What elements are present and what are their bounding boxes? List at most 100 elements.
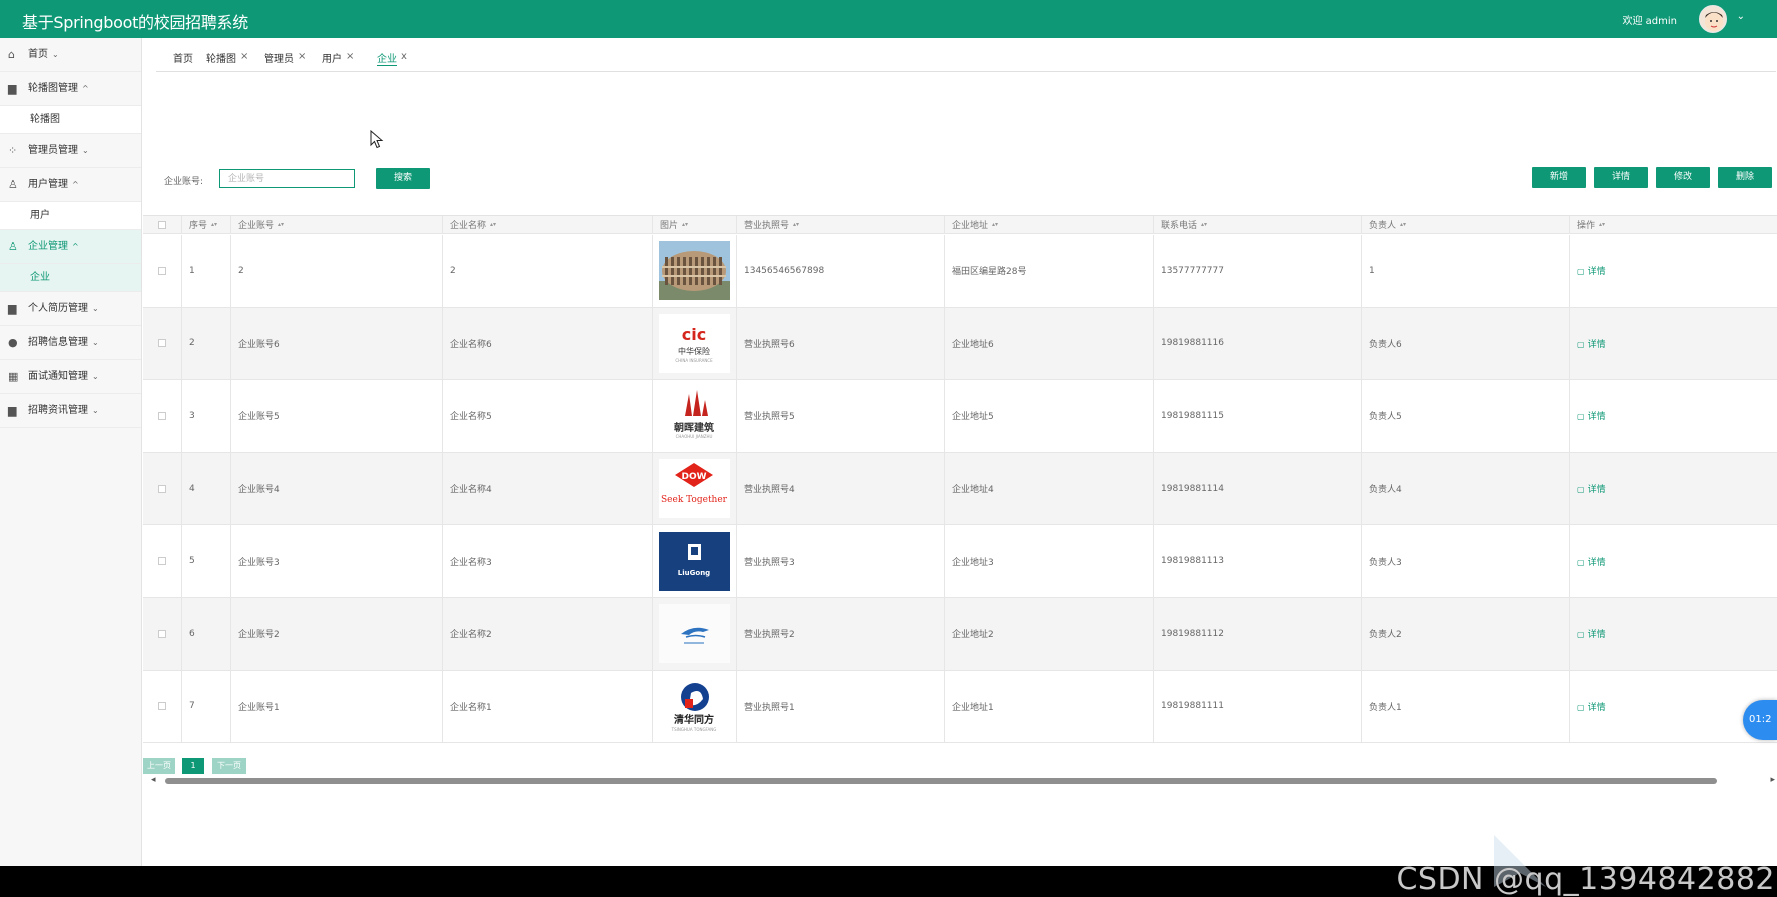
sidebar-item-interview-management[interactable]: ▦ 面试通知管理 ⌄ [0, 360, 141, 394]
svg-text:Seek Together: Seek Together [661, 495, 728, 505]
horizontal-scrollbar[interactable]: ◂ ▸ [143, 774, 1775, 786]
table-row[interactable]: 1 2 2 13456546567898 福田区编星路28号 13577777777 1 ▢ 详… [143, 235, 1777, 308]
detail-button[interactable]: 详情 [1594, 167, 1648, 188]
sidebar-subitem-user[interactable]: 用户 [0, 202, 141, 230]
row-checkbox-cell[interactable] [143, 670, 182, 743]
sidebar-item-admin-management[interactable]: ⁘ 管理员管理 ⌄ [0, 134, 141, 168]
row-checkbox-cell[interactable] [143, 380, 182, 452]
row-checkbox[interactable] [158, 629, 166, 638]
sidebar-item-label: 面试通知管理 [28, 371, 88, 382]
edit-button[interactable]: 修改 [1656, 167, 1710, 188]
column-header-account[interactable]: 企业账号 ▴▾ [231, 216, 443, 233]
table-row[interactable]: 6 企业账号2 企业名称2 营业执照号2 企业地址2 19819881112 负责人2 ▢ 详情 [143, 598, 1777, 671]
column-header-license[interactable]: 营业执照号 ▴▾ [737, 216, 945, 233]
table-row[interactable]: 5 企业账号3 企业名称3 LiuGong 营业执照号3 企业地址3 19819881113… [143, 525, 1777, 598]
column-header-phone[interactable]: 联系电话 ▴▾ [1154, 216, 1362, 233]
sidebar-item-news-management[interactable]: ▆ 招聘资讯管理 ⌄ [0, 394, 141, 428]
sidebar-subitem-carousel[interactable]: 轮播图 [0, 106, 141, 134]
row-checkbox-cell[interactable] [143, 452, 182, 525]
cell-name-text: 企业名称5 [450, 412, 492, 423]
table-row[interactable]: 3 企业账号5 企业名称5 朝晖建筑 CHAOHUI JIANZHU 营业执照号5 企业地址… [143, 380, 1777, 453]
sort-icon[interactable]: ▴▾ [1400, 221, 1406, 228]
user-menu-chevron-down-icon[interactable]: ⌄ [1737, 11, 1745, 22]
row-detail-link[interactable]: ▢ 详情 [1577, 555, 1606, 568]
checkbox[interactable] [158, 220, 166, 229]
cell-image [653, 235, 737, 307]
page-number-button[interactable]: 1 [182, 758, 204, 774]
row-detail-link[interactable]: ▢ 详情 [1577, 627, 1606, 640]
table-row[interactable]: 7 企业账号1 企业名称1 清华同方 TSINGHUA TONGFANG 营业执照号1 企业… [143, 670, 1777, 744]
sort-icon[interactable]: ▴▾ [490, 221, 496, 228]
row-detail-link[interactable]: ▢ 详情 [1577, 264, 1606, 277]
sidebar-item-company-management[interactable]: ♙ 企业管理 ^ [0, 230, 141, 264]
close-icon[interactable]: × [298, 51, 306, 62]
column-header-owner[interactable]: 负责人 ▴▾ [1362, 216, 1570, 233]
scroll-right-icon[interactable]: ▸ [1770, 775, 1775, 785]
table-row[interactable]: 4 企业账号4 企业名称4 DOW Seek Together 营业执照号4 企业地址4 19… [143, 452, 1777, 526]
sort-icon[interactable]: ▴▾ [992, 221, 998, 228]
column-header-image[interactable]: 图片 ▴▾ [653, 216, 737, 233]
row-checkbox-cell[interactable] [143, 235, 182, 307]
sort-icon[interactable]: ▴▾ [1201, 221, 1207, 228]
sidebar-item-carousel-management[interactable]: ▆ 轮播图管理 ^ [0, 72, 141, 106]
delete-button[interactable]: 删除 [1718, 167, 1772, 188]
sidebar-item-user-management[interactable]: ♙ 用户管理 ^ [0, 168, 141, 202]
scroll-left-icon[interactable]: ◂ [151, 775, 156, 785]
sort-icon[interactable]: ▴▾ [793, 221, 799, 228]
tab-home[interactable]: 首页 [173, 50, 193, 65]
tab-user[interactable]: 用户 × [322, 50, 354, 65]
tab-admin[interactable]: 管理员 × [264, 50, 306, 65]
floating-timer-bubble[interactable]: 01:2 [1743, 700, 1777, 740]
sidebar-item-resume-management[interactable]: ▆ 个人简历管理 ⌄ [0, 292, 141, 326]
row-checkbox[interactable] [158, 339, 166, 348]
cell-license-text: 营业执照号3 [744, 557, 795, 568]
cell-no-text: 1 [189, 265, 195, 276]
row-detail-link[interactable]: ▢ 详情 [1577, 337, 1606, 350]
tab-carousel[interactable]: 轮播图 × [206, 50, 248, 65]
sort-icon[interactable]: ▴▾ [278, 221, 284, 228]
row-checkbox[interactable] [158, 411, 166, 420]
chevron-up-icon: ^ [72, 180, 79, 189]
cell-license-text: 营业执照号1 [744, 702, 795, 713]
sort-icon[interactable]: ▴▾ [682, 221, 688, 228]
row-checkbox[interactable] [158, 702, 166, 711]
admin-icon: ⁘ [8, 144, 18, 157]
row-checkbox[interactable] [158, 266, 166, 275]
column-header-action[interactable]: 操作 ▴▾ [1570, 216, 1777, 233]
select-all-checkbox-cell[interactable] [143, 216, 182, 233]
sidebar-item-label: 招聘资讯管理 [28, 405, 88, 416]
prev-page-button[interactable]: 上一页 [143, 758, 175, 774]
row-detail-link[interactable]: ▢ 详情 [1577, 409, 1606, 422]
row-checkbox-cell[interactable] [143, 307, 182, 380]
row-checkbox[interactable] [158, 484, 166, 493]
row-checkbox-cell[interactable] [143, 525, 182, 597]
close-icon[interactable]: x [401, 51, 407, 62]
tab-company[interactable]: 企业 x [377, 50, 407, 66]
search-button[interactable]: 搜索 [376, 168, 430, 189]
sidebar-subitem-company[interactable]: 企业 [0, 264, 141, 292]
sidebar-item-label: 管理员管理 [28, 145, 78, 156]
sort-icon[interactable]: ▴▾ [211, 221, 217, 228]
search-input[interactable] [219, 169, 355, 188]
avatar[interactable] [1699, 5, 1727, 33]
cell-address-text: 企业地址4 [952, 485, 994, 496]
row-checkbox[interactable] [158, 557, 166, 566]
next-page-button[interactable]: 下一页 [212, 758, 246, 774]
close-icon[interactable]: × [346, 51, 354, 62]
sidebar-item-home[interactable]: ⌂ 首页 ⌄ [0, 38, 141, 72]
sidebar-item-recruit-info-management[interactable]: ● 招聘信息管理 ⌄ [0, 326, 141, 360]
add-button[interactable]: 新增 [1532, 167, 1586, 188]
column-header-address[interactable]: 企业地址 ▴▾ [945, 216, 1154, 233]
scrollbar-thumb[interactable] [165, 778, 1717, 784]
edit-doc-icon: ▢ [1577, 702, 1585, 712]
main-content: 首页 轮播图 × 管理员 × 用户 × 企业 x 企业账号: 搜索 新增 详情 修改 删… [142, 38, 1777, 897]
close-icon[interactable]: × [240, 51, 248, 62]
column-header-no[interactable]: 序号 ▴▾ [182, 216, 231, 233]
row-detail-link[interactable]: ▢ 详情 [1577, 700, 1606, 713]
table-row[interactable]: 2 企业账号6 企业名称6 cic 中华保险 CHINA INSURANCE 营业执照号6 企… [143, 307, 1777, 381]
cell-action: ▢ 详情 [1570, 380, 1777, 452]
sort-icon[interactable]: ▴▾ [1599, 221, 1605, 228]
column-header-name[interactable]: 企业名称 ▴▾ [443, 216, 653, 233]
row-checkbox-cell[interactable] [143, 598, 182, 670]
row-detail-link[interactable]: ▢ 详情 [1577, 482, 1606, 495]
